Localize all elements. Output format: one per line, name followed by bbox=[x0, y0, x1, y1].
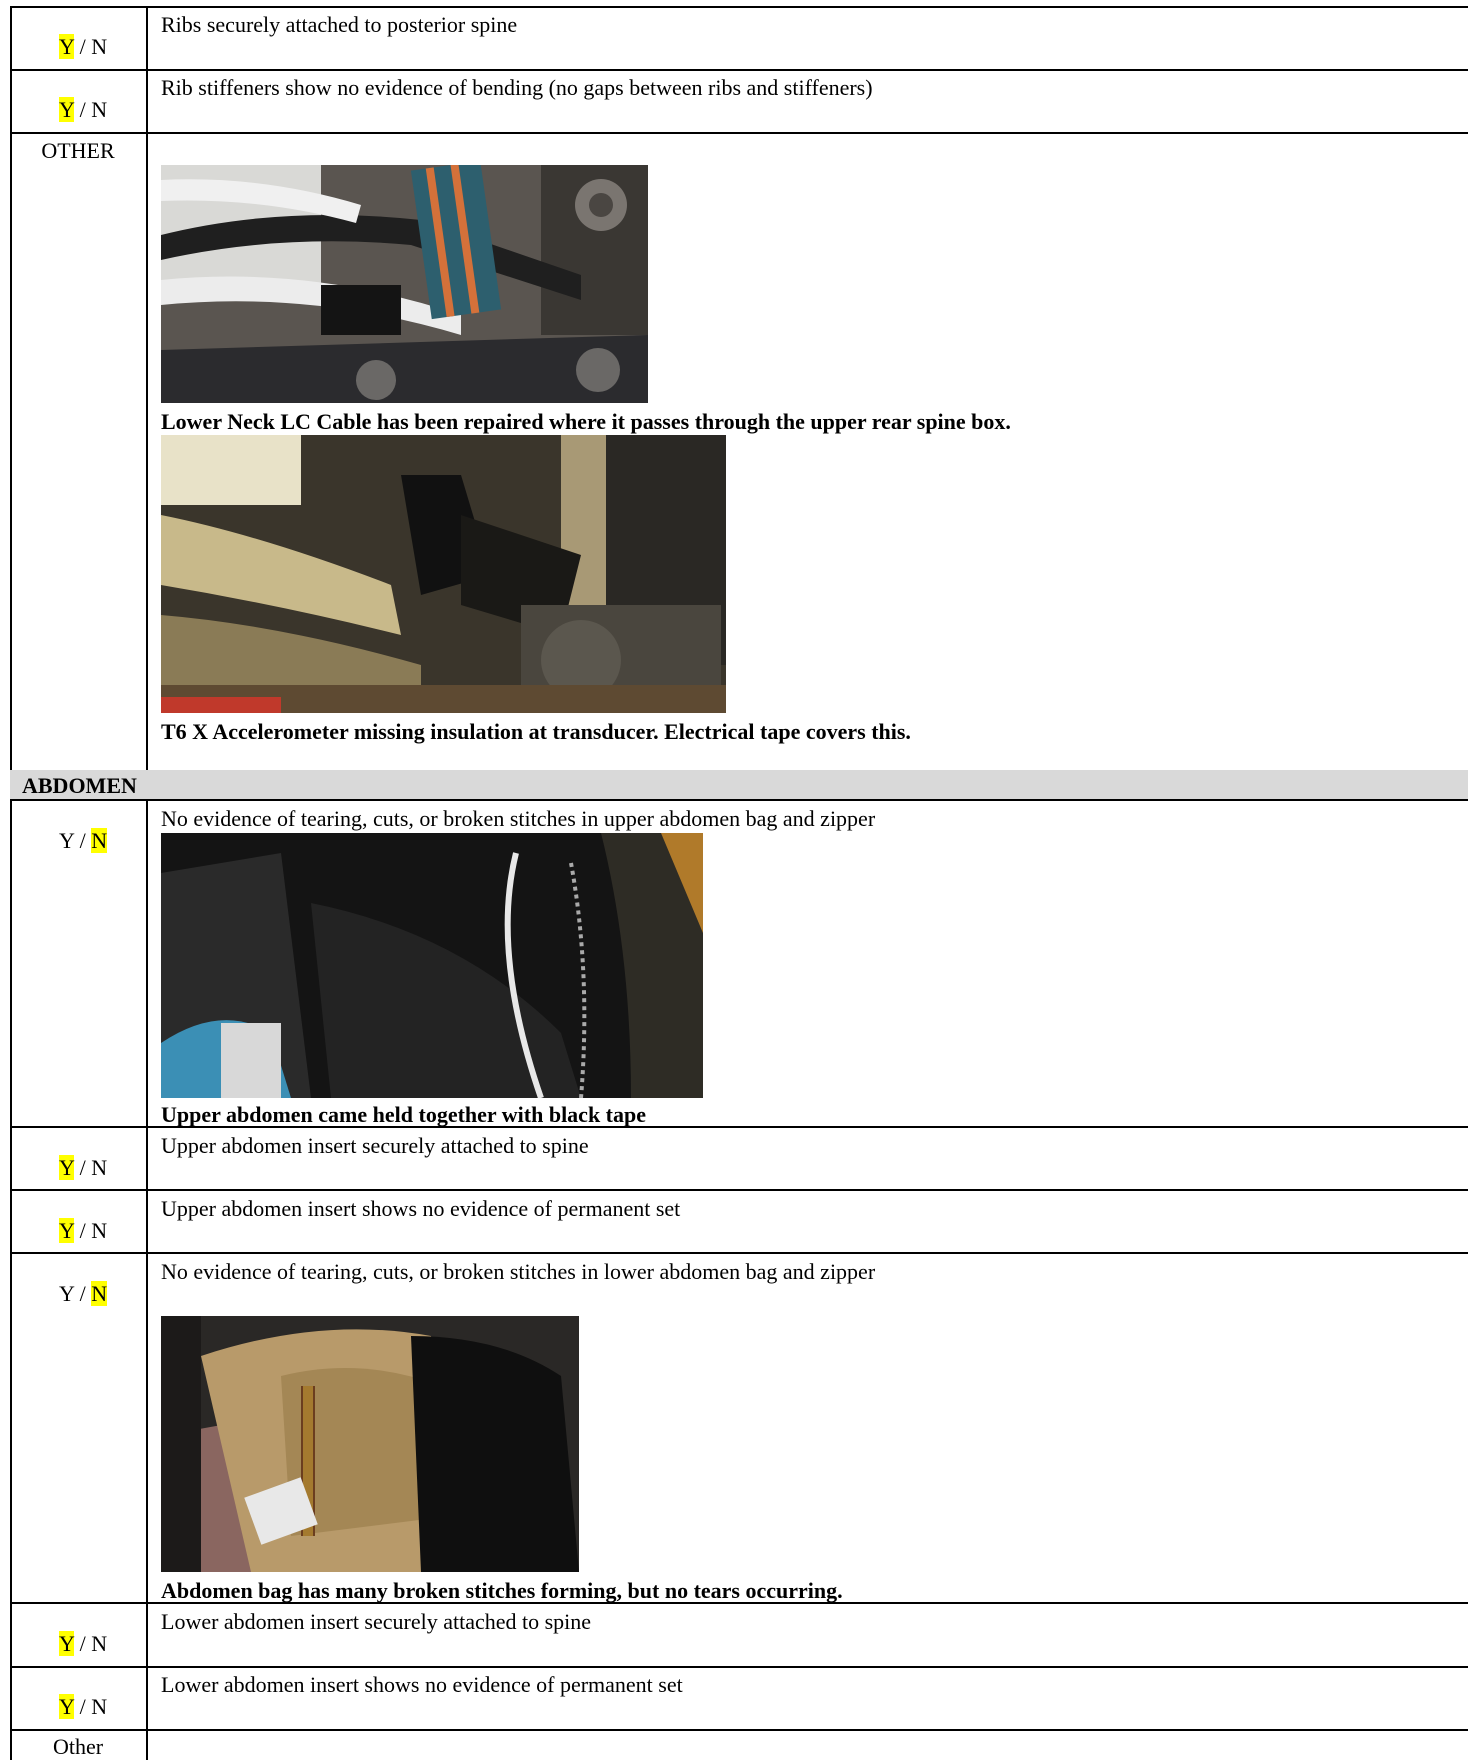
photo-lower-abdomen bbox=[161, 1316, 579, 1572]
yn-separator: / bbox=[74, 1281, 92, 1306]
row-label-rib-stiffeners: Rib stiffeners show no evidence of bendi… bbox=[161, 75, 873, 100]
photo-caption-t6-accelerometer: T6 X Accelerometer missing insulation at… bbox=[161, 719, 911, 744]
row-label-upper-insert-attached: Upper abdomen insert securely attached t… bbox=[161, 1133, 589, 1158]
row-label-ribs-attached: Ribs securely attached to posterior spin… bbox=[161, 12, 518, 37]
photo-caption-upper-abdomen: Upper abdomen came held together with bl… bbox=[161, 1102, 647, 1127]
no-option[interactable]: N bbox=[91, 1155, 107, 1180]
row-label-lower-insert-set: Lower abdomen insert shows no evidence o… bbox=[161, 1672, 683, 1697]
yn-upper-bag: Y / N bbox=[10, 808, 146, 853]
row-label-upper-bag: No evidence of tearing, cuts, or broken … bbox=[161, 806, 876, 831]
other-abdomen-label: Other bbox=[52, 1734, 104, 1759]
yn-separator: / bbox=[74, 828, 92, 853]
no-option[interactable]: N bbox=[91, 1218, 107, 1243]
row-divider bbox=[10, 1189, 1468, 1191]
yn-lower-bag: Y / N bbox=[10, 1261, 146, 1306]
yes-option[interactable]: Y bbox=[59, 1281, 74, 1306]
no-option[interactable]: N bbox=[91, 828, 108, 853]
yn-separator: / bbox=[74, 97, 92, 122]
row-divider bbox=[10, 69, 1468, 71]
row-label-lower-insert-attached: Lower abdomen insert securely attached t… bbox=[161, 1609, 592, 1634]
row-label-upper-insert-set: Upper abdomen insert shows no evidence o… bbox=[161, 1196, 681, 1221]
yes-option[interactable]: Y bbox=[59, 97, 75, 122]
column-divider bbox=[146, 800, 148, 1760]
row-divider bbox=[10, 799, 1468, 801]
no-option[interactable]: N bbox=[91, 97, 107, 122]
yn-separator: / bbox=[74, 34, 92, 59]
photo-neck-cable bbox=[161, 165, 648, 403]
yes-option[interactable]: Y bbox=[59, 1155, 75, 1180]
no-option[interactable]: N bbox=[91, 1281, 108, 1306]
yn-upper-insert-attached: Y / N bbox=[10, 1135, 146, 1180]
section-bar-abdomen bbox=[10, 770, 1468, 800]
photo-caption-lower-abdomen: Abdomen bag has many broken stitches for… bbox=[161, 1578, 843, 1603]
row-divider bbox=[10, 1252, 1468, 1254]
row-divider bbox=[10, 1666, 1468, 1668]
column-divider bbox=[146, 6, 148, 770]
table-top-border bbox=[10, 6, 1468, 8]
yes-option[interactable]: Y bbox=[59, 34, 75, 59]
yn-separator: / bbox=[74, 1631, 92, 1656]
row-label-lower-bag: No evidence of tearing, cuts, or broken … bbox=[161, 1259, 876, 1284]
row-divider bbox=[10, 132, 1468, 134]
yn-separator: / bbox=[74, 1694, 92, 1719]
yes-option[interactable]: Y bbox=[59, 1631, 75, 1656]
yn-ribs-attached: Y / N bbox=[10, 14, 146, 59]
yes-option[interactable]: Y bbox=[59, 828, 74, 853]
no-option[interactable]: N bbox=[91, 1694, 107, 1719]
yn-lower-insert-attached: Y / N bbox=[10, 1611, 146, 1656]
yn-separator: / bbox=[74, 1218, 92, 1243]
photo-upper-abdomen bbox=[161, 833, 703, 1098]
yn-separator: / bbox=[74, 1155, 92, 1180]
section-header-abdomen: ABDOMEN bbox=[22, 773, 137, 798]
photo-t6-accelerometer bbox=[161, 435, 726, 713]
row-divider bbox=[10, 1729, 1468, 1731]
yes-option[interactable]: Y bbox=[59, 1218, 75, 1243]
yn-upper-insert-set: Y / N bbox=[10, 1198, 146, 1243]
other-label: OTHER bbox=[41, 138, 115, 163]
photo-caption-neck-cable: Lower Neck LC Cable has been repaired wh… bbox=[161, 409, 1011, 434]
yes-option[interactable]: Y bbox=[59, 1694, 75, 1719]
yn-rib-stiffeners: Y / N bbox=[10, 77, 146, 122]
no-option[interactable]: N bbox=[91, 1631, 107, 1656]
yn-lower-insert-set: Y / N bbox=[10, 1674, 146, 1719]
no-option[interactable]: N bbox=[91, 34, 107, 59]
table-left-border bbox=[10, 6, 12, 1760]
